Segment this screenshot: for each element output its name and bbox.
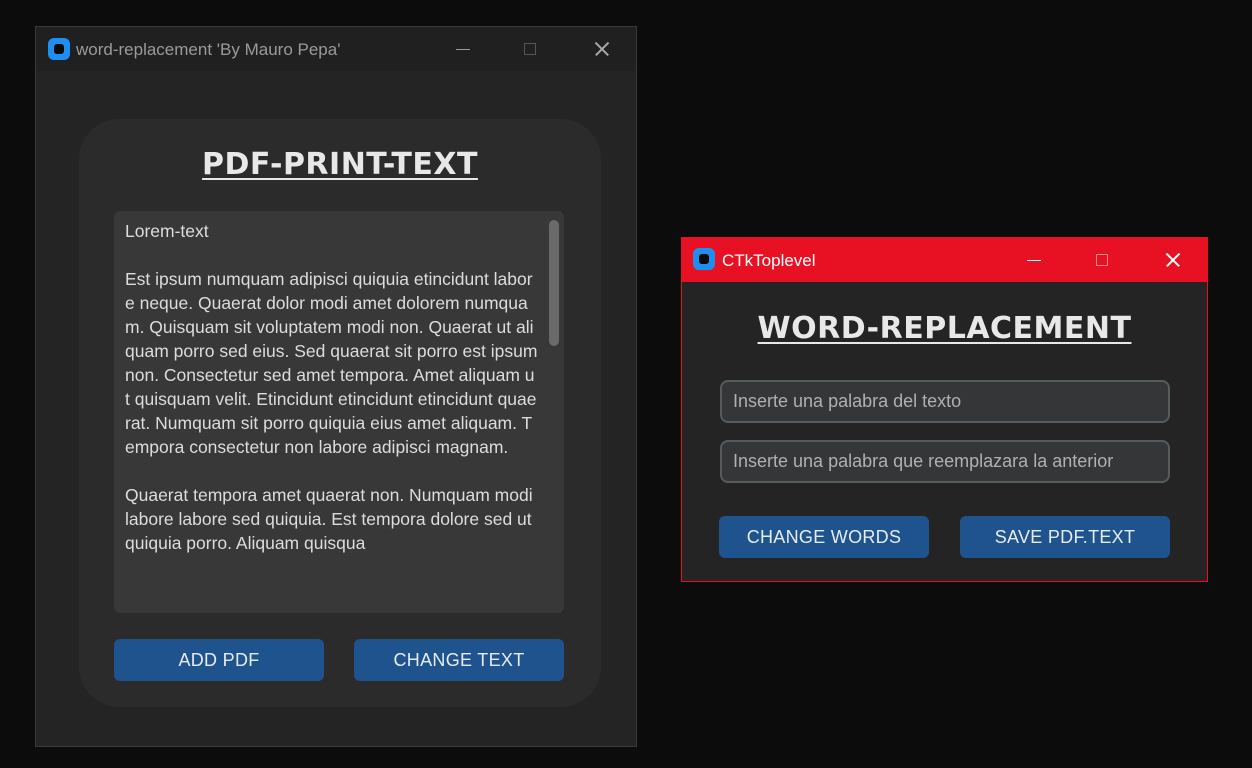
page-title: PDF-PRINT-TEXT [202,147,478,182]
maximize-icon[interactable] [1080,244,1124,276]
minimize-icon[interactable] [1011,244,1055,276]
main-frame: PDF-PRINT-TEXT Lorem-text Est ipsum numq… [79,119,601,707]
word-replacement-popup: CTkToplevel WORD-REPLACEMENT Inserte una… [681,237,1208,582]
change-words-button[interactable]: CHANGE WORDS [719,516,929,558]
add-pdf-button[interactable]: ADD PDF [114,639,324,681]
replacement-input[interactable]: Inserte una palabra que reemplazara la a… [720,440,1170,483]
popup-window-title: CTkToplevel [722,251,816,270]
pdf-text-content: Lorem-text Est ipsum numquam adipisci qu… [125,221,538,553]
main-window: word-replacement 'By Mauro Pepa' PDF-PRI… [35,26,637,747]
text-scrollbar[interactable] [549,220,559,346]
minimize-icon[interactable] [440,33,484,65]
popup-title: WORD-REPLACEMENT [757,311,1132,346]
close-icon[interactable] [1150,244,1194,276]
save-pdf-text-button[interactable]: SAVE PDF.TEXT [960,516,1170,558]
app-icon [48,38,70,60]
change-text-button[interactable]: CHANGE TEXT [354,639,564,681]
pdf-text-box[interactable]: Lorem-text Est ipsum numquam adipisci qu… [114,211,564,613]
app-icon [693,248,715,270]
main-titlebar[interactable]: word-replacement 'By Mauro Pepa' [36,27,636,71]
maximize-icon[interactable] [508,33,552,65]
main-window-title: word-replacement 'By Mauro Pepa' [76,40,341,59]
word-input[interactable]: Inserte una palabra del texto [720,380,1170,423]
popup-titlebar[interactable]: CTkToplevel [682,238,1207,282]
close-icon[interactable] [579,33,623,65]
